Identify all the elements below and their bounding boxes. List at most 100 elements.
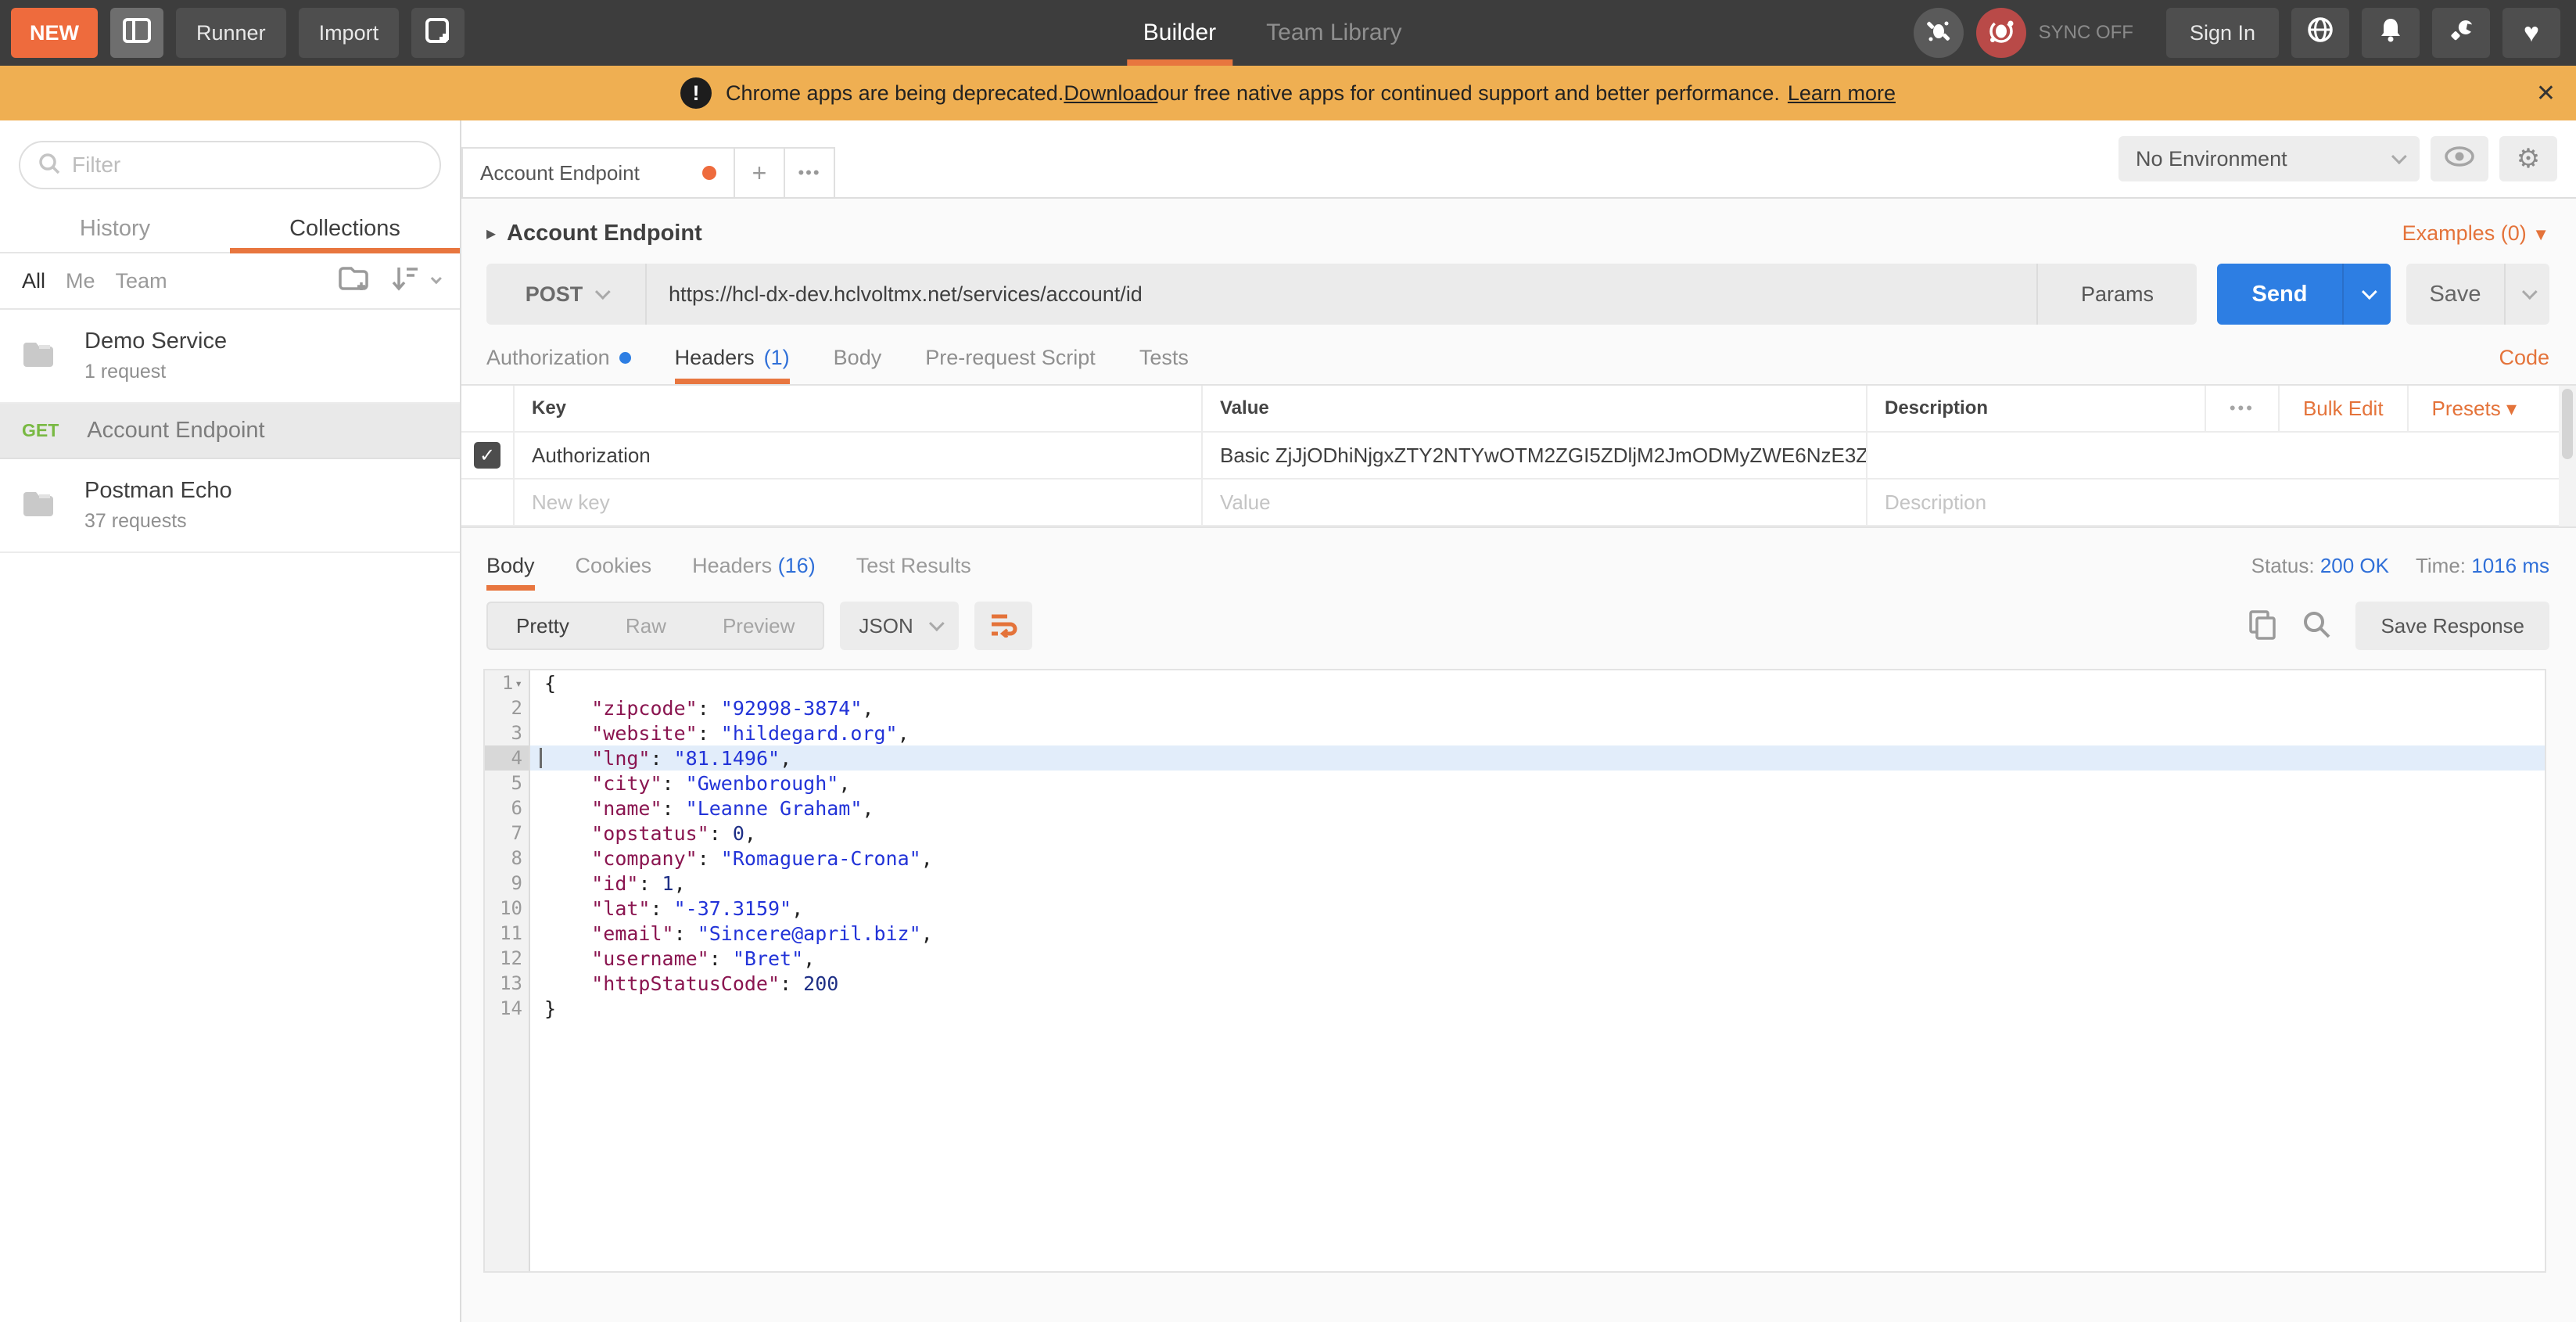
new-window-button[interactable] bbox=[411, 8, 465, 58]
url-input[interactable] bbox=[647, 264, 2036, 325]
tab-collections[interactable]: Collections bbox=[230, 205, 460, 252]
sidebar-toggle-button[interactable] bbox=[110, 8, 163, 58]
code-line-14[interactable]: 14} bbox=[485, 996, 2545, 1021]
tab-builder[interactable]: Builder bbox=[1143, 0, 1216, 66]
send-button[interactable]: Send bbox=[2217, 264, 2342, 325]
favorites-button[interactable]: ♥ bbox=[2502, 8, 2560, 58]
bulk-edit-link[interactable]: Bulk Edit bbox=[2278, 386, 2407, 431]
code-line-1[interactable]: 1▾{ bbox=[485, 670, 2545, 695]
chevron-down-icon bbox=[929, 616, 945, 631]
save-options-button[interactable] bbox=[2504, 264, 2549, 325]
wrap-text-button[interactable] bbox=[974, 602, 1032, 650]
topbar-left-group: NEW Runner Import bbox=[11, 8, 465, 58]
settings-button[interactable] bbox=[2432, 8, 2490, 58]
collection-subtitle: 1 request bbox=[84, 361, 227, 383]
tab-team-library[interactable]: Team Library bbox=[1266, 0, 1401, 66]
table-scrollbar[interactable] bbox=[2559, 386, 2576, 526]
import-button[interactable]: Import bbox=[299, 8, 400, 58]
environment-value: No Environment bbox=[2136, 147, 2287, 171]
open-request-tab[interactable]: Account Endpoint bbox=[461, 147, 735, 197]
code-line-2[interactable]: 2 "zipcode": "92998-3874", bbox=[485, 695, 2545, 720]
runner-button[interactable]: Runner bbox=[176, 8, 286, 58]
tab-overflow-button[interactable]: ••• bbox=[785, 147, 835, 197]
collapse-caret-icon[interactable]: ▸ bbox=[486, 222, 496, 245]
header-value-cell[interactable]: Basic ZjJjODhiNjgxZTY2NTYwOTM2ZGI5ZDljM2… bbox=[1201, 433, 1866, 478]
learn-more-link[interactable]: Learn more bbox=[1788, 81, 1896, 106]
line-number: 8 bbox=[485, 846, 530, 871]
new-folder-icon bbox=[338, 265, 369, 297]
header-description-cell[interactable] bbox=[1866, 433, 2576, 478]
new-collection-button[interactable] bbox=[338, 265, 369, 297]
save-response-button[interactable]: Save Response bbox=[2355, 602, 2549, 650]
tab-headers[interactable]: Headers (1) bbox=[675, 346, 790, 384]
environment-preview-button[interactable] bbox=[2431, 136, 2488, 181]
environment-select[interactable]: No Environment bbox=[2119, 136, 2420, 181]
request-item-account-endpoint[interactable]: GET Account Endpoint bbox=[0, 404, 460, 459]
code-line-3[interactable]: 3 "website": "hildegard.org", bbox=[485, 720, 2545, 745]
code-line-11[interactable]: 11 "email": "Sincere@april.biz", bbox=[485, 921, 2545, 946]
sign-in-button[interactable]: Sign In bbox=[2166, 8, 2279, 58]
code-line-8[interactable]: 8 "company": "Romaguera-Crona", bbox=[485, 846, 2545, 871]
code-line-7[interactable]: 7 "opstatus": 0, bbox=[485, 821, 2545, 846]
new-button[interactable]: NEW bbox=[11, 8, 98, 58]
download-link[interactable]: Download bbox=[1064, 81, 1157, 106]
filter-input[interactable] bbox=[72, 153, 422, 178]
collection-text: Postman Echo 37 requests bbox=[84, 478, 232, 533]
scope-team[interactable]: Team bbox=[116, 269, 167, 293]
method-select[interactable]: POST bbox=[486, 264, 647, 325]
tab-response-cookies[interactable]: Cookies bbox=[576, 554, 652, 591]
collection-item-postman-echo[interactable]: Postman Echo 37 requests bbox=[0, 459, 460, 553]
view-preview-button[interactable]: Preview bbox=[694, 603, 823, 648]
copy-button[interactable] bbox=[2248, 609, 2277, 644]
scope-me[interactable]: Me bbox=[66, 269, 95, 293]
tab-test-results[interactable]: Test Results bbox=[856, 554, 971, 591]
help-button[interactable] bbox=[2291, 8, 2349, 58]
tab-prerequest-script[interactable]: Pre-request Script bbox=[925, 346, 1096, 384]
new-description-input[interactable] bbox=[1885, 490, 2542, 515]
new-key-input[interactable] bbox=[532, 490, 1168, 515]
tab-response-body[interactable]: Body bbox=[486, 554, 535, 591]
format-value: JSON bbox=[859, 614, 913, 638]
tab-history[interactable]: History bbox=[0, 205, 230, 252]
search-response-button[interactable] bbox=[2301, 609, 2332, 644]
code-line-10[interactable]: 10 "lat": "-37.3159", bbox=[485, 896, 2545, 921]
new-tab-button[interactable]: + bbox=[735, 147, 785, 197]
presets-dropdown[interactable]: Presets ▾ bbox=[2407, 386, 2540, 431]
notifications-button[interactable] bbox=[2362, 8, 2420, 58]
code-line-13[interactable]: 13 "httpStatusCode": 200 bbox=[485, 971, 2545, 996]
code-link[interactable]: Code bbox=[2499, 346, 2549, 384]
scrollbar-thumb[interactable] bbox=[2562, 389, 2573, 459]
format-select[interactable]: JSON bbox=[840, 602, 958, 650]
collection-item-demo-service[interactable]: Demo Service 1 request bbox=[0, 310, 460, 404]
response-body-viewer[interactable]: 1▾{2 "zipcode": "92998-3874",3 "website"… bbox=[483, 669, 2546, 1273]
environment-settings-button[interactable]: ⚙ bbox=[2499, 136, 2557, 181]
open-request-tab-title: Account Endpoint bbox=[480, 161, 640, 185]
view-raw-button[interactable]: Raw bbox=[597, 603, 694, 648]
row-checkbox[interactable]: ✓ bbox=[474, 442, 500, 469]
code-line-12[interactable]: 12 "username": "Bret", bbox=[485, 946, 2545, 971]
tab-body[interactable]: Body bbox=[834, 346, 882, 384]
more-options-button[interactable]: ••• bbox=[2205, 386, 2278, 431]
new-value-input[interactable] bbox=[1220, 490, 1834, 515]
scope-all[interactable]: All bbox=[22, 269, 45, 293]
code-line-4[interactable]: 4 "lng": "81.1496", bbox=[485, 745, 2545, 771]
interceptor-button[interactable] bbox=[1914, 8, 1964, 58]
params-button[interactable]: Params bbox=[2036, 264, 2197, 325]
sort-button[interactable] bbox=[389, 264, 438, 298]
fold-caret-icon[interactable]: ▾ bbox=[515, 676, 522, 691]
banner-close-icon[interactable]: ✕ bbox=[2536, 80, 2556, 107]
request-tab-strip: Account Endpoint + ••• No Environment ⚙ bbox=[461, 120, 2576, 199]
code-line-9[interactable]: 9 "id": 1, bbox=[485, 871, 2545, 896]
tab-response-headers[interactable]: Headers (16) bbox=[692, 554, 816, 591]
tab-authorization[interactable]: Authorization bbox=[486, 346, 631, 384]
header-key-cell[interactable]: Authorization bbox=[513, 433, 1201, 478]
view-pretty-button[interactable]: Pretty bbox=[488, 603, 597, 648]
save-button[interactable]: Save bbox=[2406, 264, 2504, 325]
code-line-6[interactable]: 6 "name": "Leanne Graham", bbox=[485, 796, 2545, 821]
code-line-5[interactable]: 5 "city": "Gwenborough", bbox=[485, 771, 2545, 796]
send-options-button[interactable] bbox=[2342, 264, 2391, 325]
collection-title: Demo Service bbox=[84, 329, 227, 354]
sync-button[interactable] bbox=[1976, 8, 2026, 58]
examples-dropdown[interactable]: Examples (0) ▼ bbox=[2402, 221, 2549, 246]
tab-tests[interactable]: Tests bbox=[1139, 346, 1189, 384]
